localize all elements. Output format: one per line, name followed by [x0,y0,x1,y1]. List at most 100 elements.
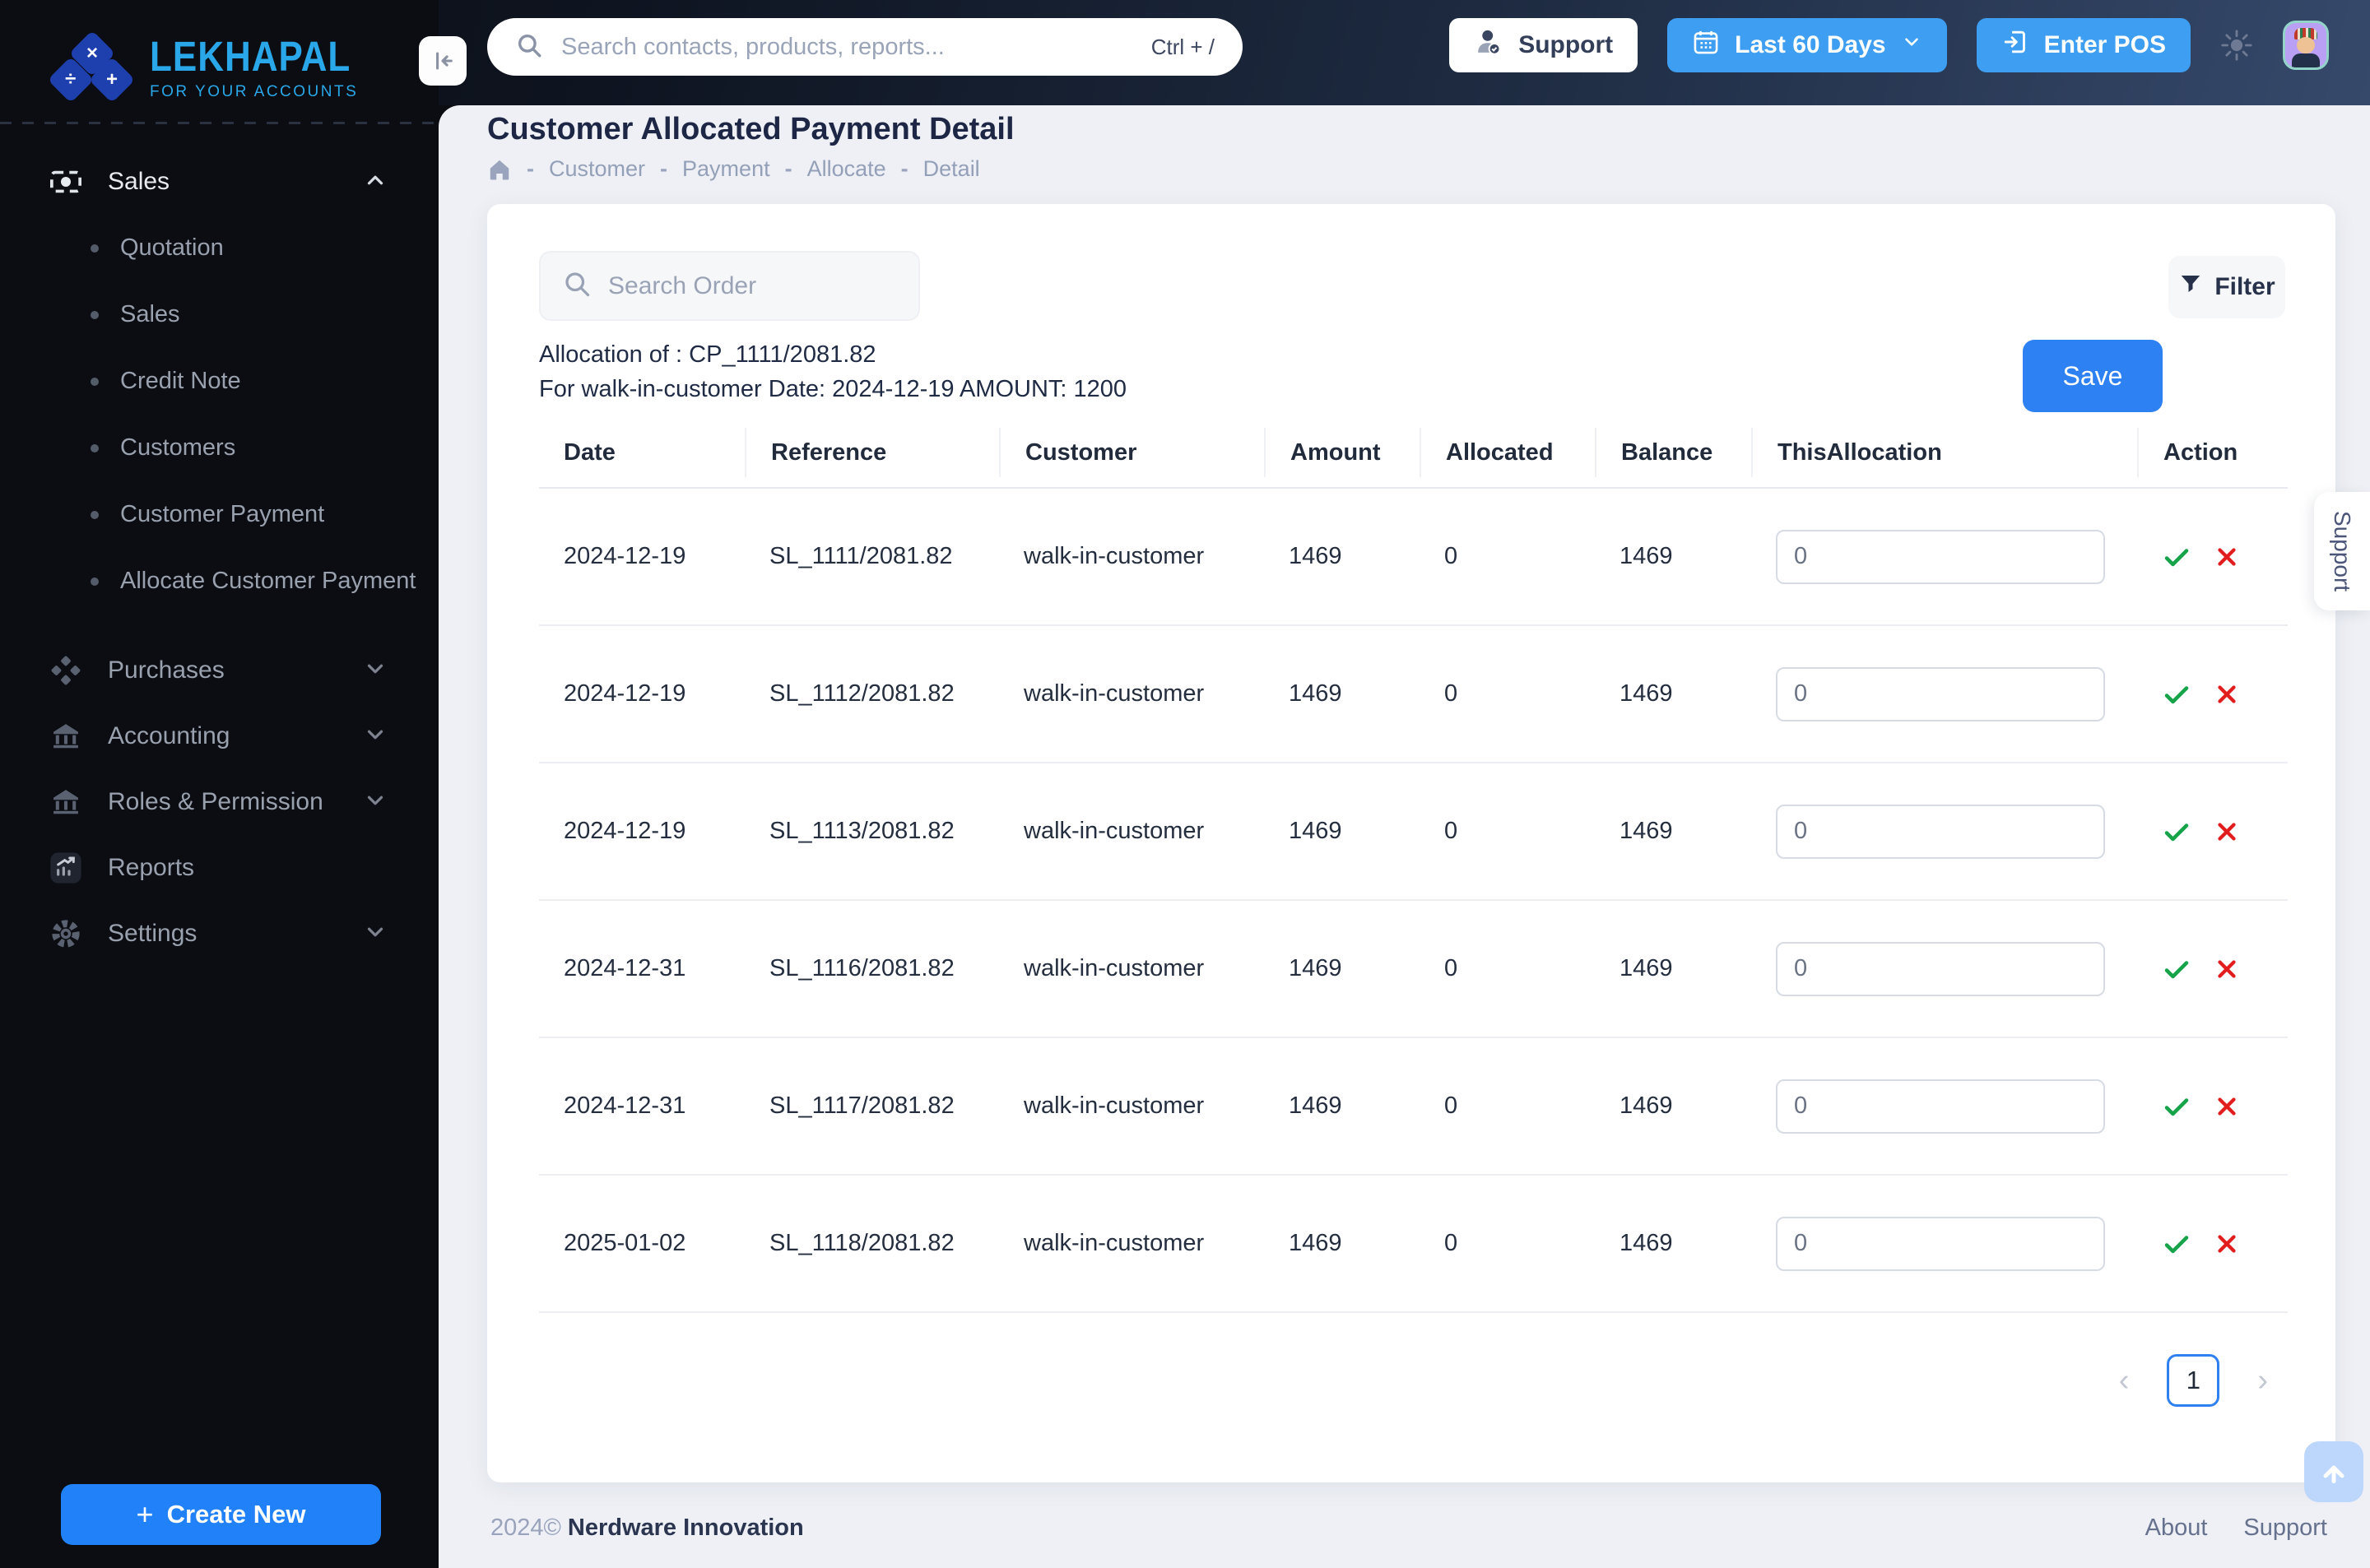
confirm-check-icon[interactable] [2162,1092,2191,1121]
filter-button[interactable]: Filter [2168,256,2285,318]
confirm-check-icon[interactable] [2162,817,2191,847]
global-search[interactable]: Ctrl + / [487,18,1243,76]
bank-icon [47,786,85,818]
this-allocation-input[interactable] [1776,1079,2105,1134]
subitem-label: Credit Note [120,368,241,394]
cell-amount: 1469 [1289,680,1342,707]
login-icon [2001,28,2029,63]
brand-logo: × ÷ + LEKHAPAL FOR YOUR ACCOUNTS [0,0,439,115]
this-allocation-input[interactable] [1776,1216,2105,1271]
next-page-chevron-icon[interactable]: › [2257,1365,2268,1396]
cell-balance: 1469 [1620,818,1673,844]
sidebar-item-credit-note[interactable]: Credit Note [0,348,439,415]
search-order-input[interactable] [608,271,926,300]
support-side-tab[interactable]: Support [2314,492,2370,610]
breadcrumb-separator: - [900,156,908,181]
cell-reference: SL_1117/2081.82 [769,1092,955,1119]
scroll-to-top-button[interactable] [2304,1441,2363,1502]
sidebar-item-settings[interactable]: Settings [0,901,439,967]
confirm-check-icon[interactable] [2162,954,2191,984]
subitem-label: Customer Payment [120,501,325,527]
sidebar-item-customer-payment[interactable]: Customer Payment [0,481,439,548]
cancel-x-icon[interactable] [2213,955,2241,983]
table-body: 2024-12-19 SL_1111/2081.82 walk-in-custo… [539,489,2288,1313]
previous-page-chevron-icon[interactable]: ‹ [2119,1365,2130,1396]
cell-balance: 1469 [1620,955,1673,981]
bullet-icon [91,244,99,253]
breadcrumb-allocate[interactable]: Allocate [807,156,886,182]
search-order-box[interactable] [539,251,926,321]
confirm-check-icon[interactable] [2162,1229,2191,1259]
cancel-x-icon[interactable] [2213,818,2241,846]
sidebar-item-label: Purchases [108,656,225,684]
cell-customer: walk-in-customer [1024,955,1205,981]
create-new-label: Create New [166,1500,306,1529]
search-icon [562,269,592,303]
user-avatar[interactable] [2283,21,2329,70]
this-allocation-input[interactable] [1776,804,2105,859]
cell-customer: walk-in-customer [1024,1230,1205,1256]
allocation-summary: Allocation of : CP_1111/2081.82 For walk… [539,337,1127,406]
chevron-down-icon [363,722,388,751]
sidebar-item-customers[interactable]: Customers [0,415,439,481]
enter-pos-button[interactable]: Enter POS [1976,18,2191,72]
home-icon[interactable] [487,157,512,182]
main-content: Customer Allocated Payment Detail - Cust… [439,105,2370,1568]
theme-toggle-sun-icon[interactable] [2220,29,2253,62]
subitem-label: Quotation [120,234,224,261]
cancel-x-icon[interactable] [2213,543,2241,571]
purchases-diamonds-icon [47,655,85,686]
this-allocation-input[interactable] [1776,941,2105,996]
sidebar-collapse-button[interactable] [419,36,467,86]
cell-reference: SL_1118/2081.82 [769,1230,955,1256]
sidebar-item-allocate-customer-payment[interactable]: Allocate Customer Payment [0,548,439,615]
cell-reference: SL_1116/2081.82 [769,955,955,981]
page-title: Customer Allocated Payment Detail [487,112,1015,146]
footer-link-about[interactable]: About [2145,1515,2208,1542]
subitem-label: Customers [120,434,236,461]
breadcrumb-payment[interactable]: Payment [682,156,770,182]
cell-amount: 1469 [1289,818,1342,844]
save-button[interactable]: Save [2023,340,2163,412]
date-range-button[interactable]: Last 60 Days [1667,18,1947,72]
confirm-check-icon[interactable] [2162,542,2191,572]
support-person-icon [1474,27,1503,63]
col-date: Date [564,438,616,466]
breadcrumb-customer[interactable]: Customer [549,156,645,182]
sidebar-item-quotation[interactable]: Quotation [0,215,439,281]
cell-date: 2024-12-19 [564,680,686,707]
sidebar-item-label: Settings [108,920,198,947]
this-allocation-input[interactable] [1776,666,2105,721]
breadcrumb: - Customer - Payment - Allocate - Detail [487,156,980,182]
filter-label: Filter [2214,273,2275,300]
page-number-button[interactable]: 1 [2167,1354,2220,1407]
this-allocation-input[interactable] [1776,529,2105,584]
sidebar-item-purchases[interactable]: Purchases [0,638,439,703]
footer-link-support[interactable]: Support [2243,1515,2327,1542]
sidebar-item-sales[interactable]: Sales [0,149,439,215]
cell-allocated: 0 [1444,1230,1458,1256]
sidebar-item-sales-sub[interactable]: Sales [0,281,439,348]
sidebar-item-reports[interactable]: Reports [0,835,439,901]
create-new-button[interactable]: + Create New [61,1484,381,1545]
sidebar-item-label: Roles & Permission [108,788,323,815]
cell-allocated: 0 [1444,680,1458,707]
search-icon [515,31,543,63]
breadcrumb-detail[interactable]: Detail [923,156,980,182]
table-row: 2025-01-02 SL_1118/2081.82 walk-in-custo… [539,1176,2288,1313]
sidebar-menu: Sales Quotation Sales Credit Note Custom… [0,124,439,967]
cell-balance: 1469 [1620,543,1673,569]
breadcrumb-separator: - [660,156,668,181]
footer-company: Nerdware Innovation [567,1515,804,1541]
cancel-x-icon[interactable] [2213,1092,2241,1120]
brand-name: LEKHAPAL [150,34,351,81]
support-button[interactable]: Support [1449,18,1638,72]
confirm-check-icon[interactable] [2162,680,2191,709]
sidebar-item-accounting[interactable]: Accounting [0,703,439,769]
cancel-x-icon[interactable] [2213,680,2241,708]
col-reference: Reference [745,428,999,477]
sidebar-item-roles-permission[interactable]: Roles & Permission [0,769,439,835]
global-search-input[interactable] [561,33,1151,61]
cancel-x-icon[interactable] [2213,1230,2241,1258]
gear-icon [47,918,85,949]
